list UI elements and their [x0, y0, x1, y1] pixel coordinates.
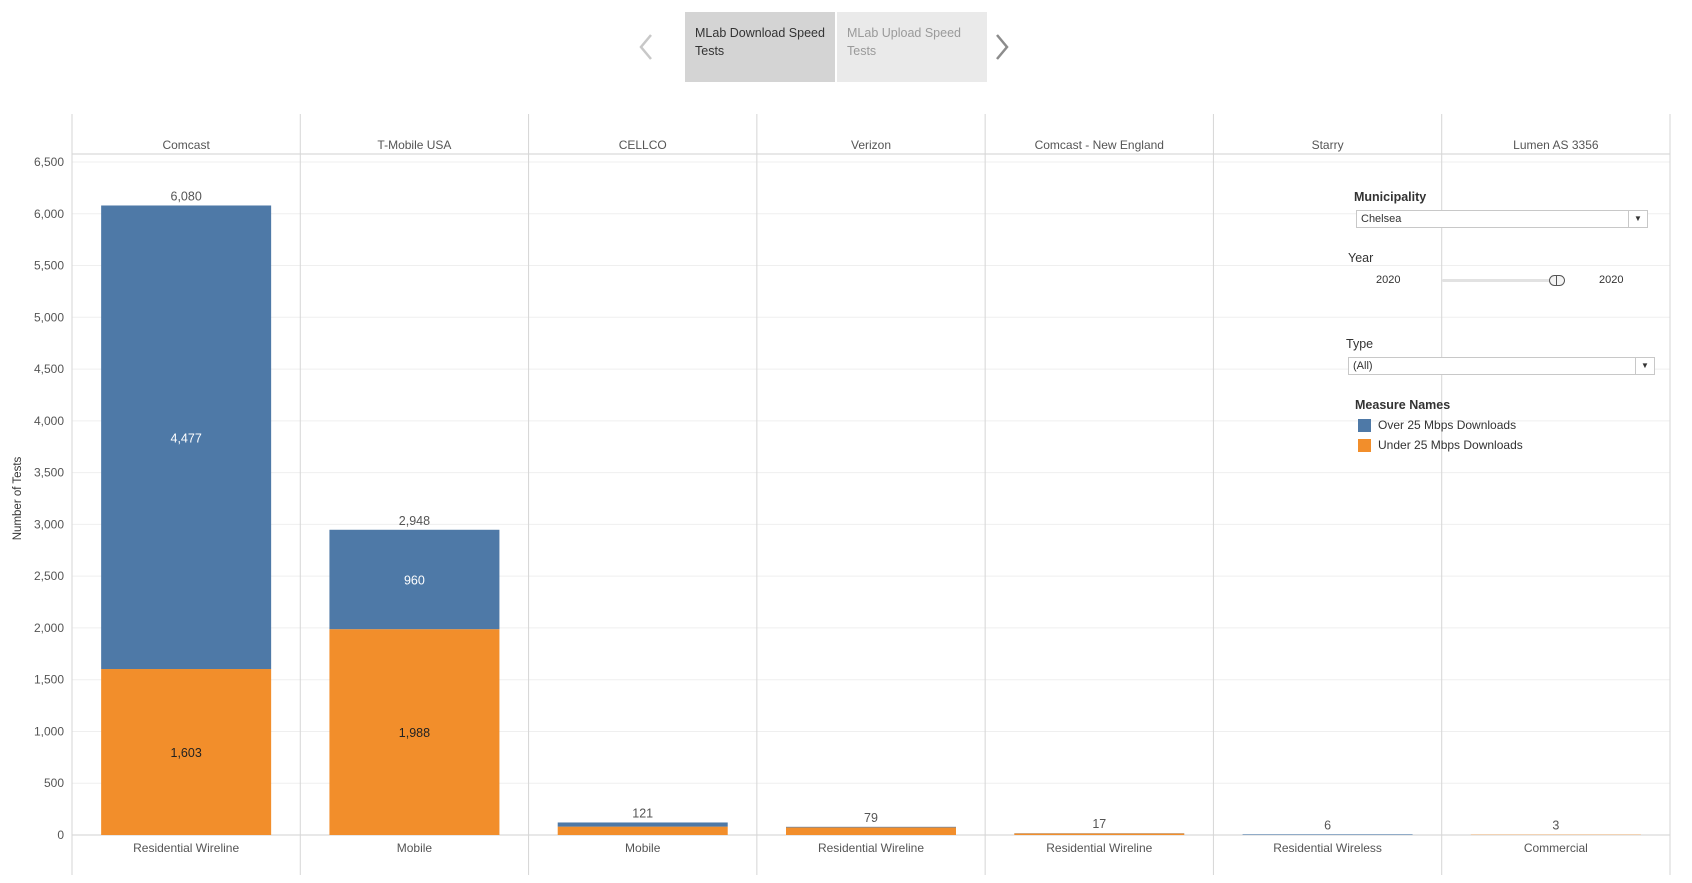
y-tick-label: 3,000: [34, 517, 64, 531]
bar-value-label: 4,477: [171, 431, 202, 445]
legend-title: Measure Names: [1355, 398, 1451, 412]
bar-total-label: 17: [1092, 817, 1106, 831]
y-tick-label: 1,500: [34, 673, 64, 687]
y-tick-label: 5,500: [34, 259, 64, 273]
legend-item-under-25[interactable]: Under 25 Mbps Downloads: [1358, 438, 1548, 454]
bar-segment-under-25: [1014, 833, 1185, 835]
type-filter-title: Type: [1346, 337, 1374, 351]
year-min-label: 2020: [1376, 274, 1401, 286]
municipality-value: Chelsea: [1361, 213, 1402, 225]
bar-total-label: 121: [632, 806, 653, 820]
column-header-label: Verizon: [851, 138, 891, 152]
column-header-label: Comcast: [162, 138, 210, 152]
category-label: Residential Wireless: [1273, 841, 1382, 855]
column-header-label: Comcast - New England: [1035, 138, 1164, 152]
legend-item-over-25[interactable]: Over 25 Mbps Downloads: [1358, 418, 1548, 434]
y-axis-title: Number of Tests: [12, 456, 24, 540]
bar-total-label: 6,080: [171, 189, 202, 203]
municipality-dropdown[interactable]: Chelsea ▼: [1356, 210, 1648, 228]
type-dropdown[interactable]: (All) ▼: [1348, 357, 1655, 375]
y-tick-label: 4,000: [34, 414, 64, 428]
y-tick-label: 0: [57, 828, 64, 842]
bar-segment-over-25: [786, 826, 956, 828]
bar-value-label: 1,603: [171, 746, 202, 760]
column-header-label: Lumen AS 3356: [1513, 138, 1599, 152]
bar-segment-over-25: [557, 822, 728, 827]
year-slider-handle[interactable]: [1549, 275, 1565, 286]
bar-value-label: 960: [404, 573, 425, 587]
bar-segment-over-25: [1242, 834, 1413, 835]
bar-total-label: 3: [1552, 819, 1559, 833]
category-label: Residential Wireline: [818, 841, 924, 855]
column-header-label: Starry: [1312, 138, 1344, 152]
y-tick-label: 5,000: [34, 310, 64, 324]
year-slider-track[interactable]: [1442, 279, 1554, 282]
legend-label-over-25: Over 25 Mbps Downloads: [1378, 418, 1517, 432]
bar-total-label: 2,948: [399, 514, 430, 528]
y-tick-label: 2,500: [34, 569, 64, 583]
y-tick-label: 4,500: [34, 362, 64, 376]
y-tick-label: 500: [44, 776, 64, 790]
legend-label-under-25: Under 25 Mbps Downloads: [1378, 438, 1523, 452]
year-filter-title: Year: [1348, 251, 1374, 265]
category-label: Mobile: [397, 841, 433, 855]
municipality-filter-title: Municipality: [1354, 190, 1427, 204]
category-label: Residential Wireline: [133, 841, 239, 855]
category-label: Mobile: [625, 841, 661, 855]
category-label: Commercial: [1524, 841, 1588, 855]
y-tick-label: 1,000: [34, 724, 64, 738]
bar-segment-under-25: [786, 827, 956, 835]
year-max-label: 2020: [1599, 274, 1624, 286]
legend-swatch-over-25: [1358, 419, 1371, 432]
legend-swatch-under-25: [1358, 439, 1371, 452]
chevron-down-icon: ▼: [1628, 211, 1647, 227]
bar-segment-under-25: [557, 826, 728, 835]
chevron-down-icon: ▼: [1635, 358, 1654, 374]
y-tick-label: 2,000: [34, 621, 64, 635]
column-header-label: T-Mobile USA: [377, 138, 451, 152]
bar-total-label: 79: [864, 811, 878, 825]
category-label: Residential Wireline: [1046, 841, 1152, 855]
bar-total-label: 6: [1324, 818, 1331, 832]
bar-value-label: 1,988: [399, 726, 430, 740]
type-value: (All): [1353, 360, 1373, 372]
y-tick-label: 6,500: [34, 155, 64, 169]
y-tick-label: 3,500: [34, 466, 64, 480]
y-tick-label: 6,000: [34, 207, 64, 221]
column-header-label: CELLCO: [619, 138, 667, 152]
